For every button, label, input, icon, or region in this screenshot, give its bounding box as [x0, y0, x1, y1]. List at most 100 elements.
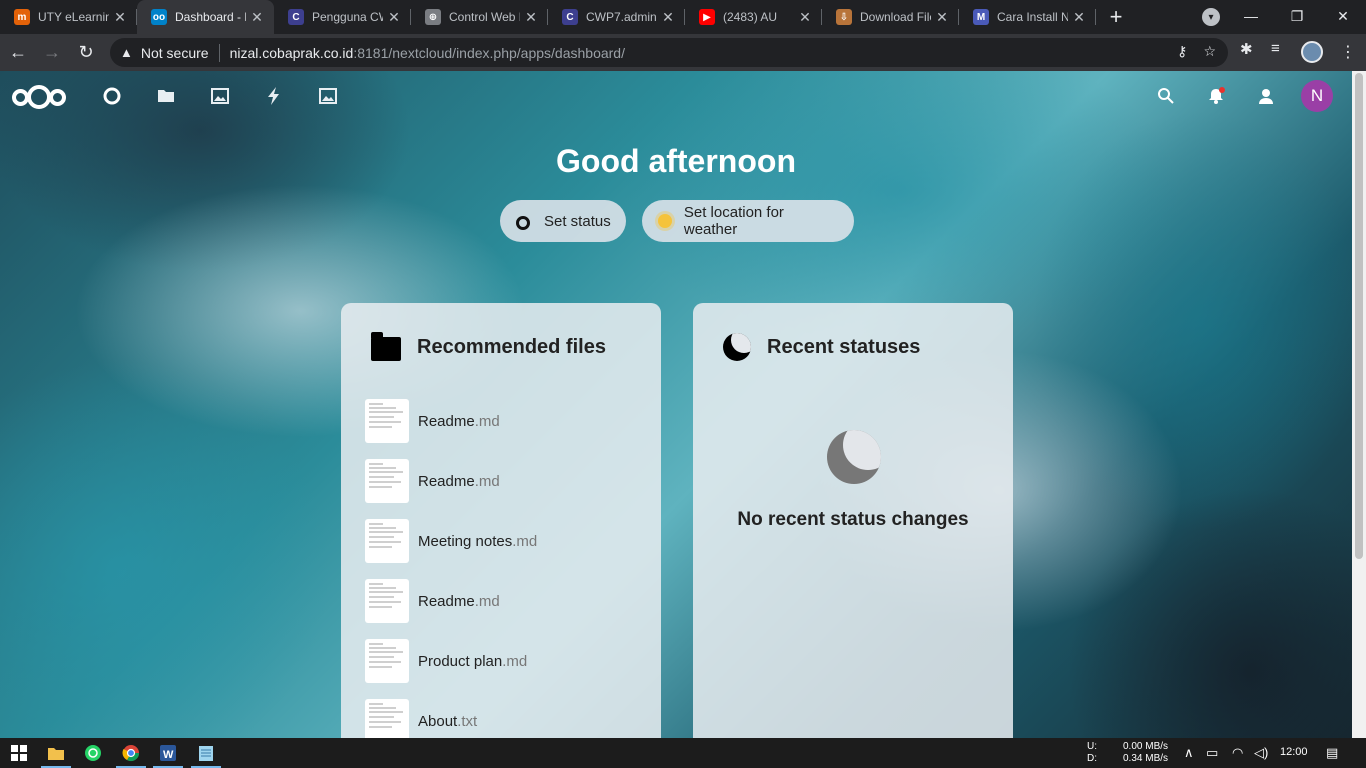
extensions-icon[interactable]: ✱	[1240, 40, 1253, 58]
tab-favicon-icon: M	[973, 9, 989, 25]
tab-favicon-icon: ▶	[699, 9, 715, 25]
tab-close-icon[interactable]: ✕	[661, 9, 675, 26]
file-thumbnail	[365, 699, 409, 738]
warning-icon[interactable]: ▲	[120, 45, 133, 60]
tab-close-icon[interactable]: ✕	[1072, 9, 1086, 26]
set-weather-location-button[interactable]: Set location for weather	[642, 200, 854, 242]
browser-menu-icon[interactable]: ⋮	[1340, 42, 1356, 62]
page-scrollbar[interactable]	[1352, 71, 1366, 738]
file-thumbnail	[365, 459, 409, 503]
nextcloud-logo-icon[interactable]	[12, 85, 66, 109]
minimize-icon[interactable]: —	[1228, 0, 1274, 32]
back-icon[interactable]: ←	[2, 37, 34, 69]
browser-tab[interactable]: C Pengguna CW ✕	[274, 0, 411, 34]
tab-close-icon[interactable]: ✕	[387, 9, 401, 26]
recommended-file-item[interactable]: Readme.md	[365, 459, 645, 503]
file-extension: .md	[502, 652, 528, 670]
show-hidden-icons-icon[interactable]: ∧	[1184, 745, 1194, 761]
bookmark-star-icon[interactable]: ☆	[1203, 43, 1216, 60]
user-avatar[interactable]: N	[1301, 80, 1333, 112]
recommended-file-item[interactable]: Product plan.md	[365, 639, 645, 683]
empty-moon-icon	[827, 430, 881, 484]
upload-label: U:	[1087, 741, 1097, 752]
browser-tab[interactable]: M Cara Install Ne ✕	[959, 0, 1096, 34]
browser-tab[interactable]: ⊕ Control Web P ✕	[411, 0, 548, 34]
chrome-icon[interactable]	[112, 738, 150, 768]
tab-title: CWP7.admin	[586, 10, 657, 24]
recommended-file-item[interactable]: Meeting notes.md	[365, 519, 645, 563]
address-bar[interactable]: ▲ Not secure nizal.cobaprak.co.id:8181/n…	[110, 38, 1228, 67]
notifications-bell-icon[interactable]	[1206, 86, 1226, 106]
browser-tab[interactable]: m UTY eLearning ✕	[0, 0, 137, 34]
tab-title: Cara Install Ne	[997, 10, 1068, 24]
browser-tab[interactable]: C CWP7.admin ✕	[548, 0, 685, 34]
close-window-icon[interactable]: ✕	[1320, 0, 1366, 32]
profile-avatar[interactable]	[1301, 41, 1323, 63]
wifi-icon[interactable]: ◠	[1232, 745, 1243, 761]
recommended-file-item[interactable]: About.txt	[365, 699, 645, 738]
gallery-app-icon[interactable]	[318, 86, 338, 106]
file-thumbnail	[365, 519, 409, 563]
file-basename: Readme	[418, 472, 475, 490]
scrollbar-thumb[interactable]	[1355, 73, 1363, 559]
notepad-icon[interactable]	[187, 738, 225, 768]
tab-separator	[1095, 9, 1096, 25]
search-icon[interactable]	[1156, 86, 1176, 106]
recommended-file-item[interactable]: Readme.md	[365, 579, 645, 623]
browser-tab[interactable]: ⇩ Download File ✕	[822, 0, 959, 34]
tab-search-icon[interactable]: ▾	[1202, 8, 1220, 26]
empty-status-message: No recent status changes	[737, 509, 969, 530]
tab-close-icon[interactable]: ✕	[524, 9, 538, 26]
browser-tab[interactable]: oo Dashboard - N ✕	[137, 0, 274, 34]
browser-tab[interactable]: ▶ (2483) AU ✕	[685, 0, 822, 34]
file-basename: Meeting notes	[418, 532, 513, 550]
battery-icon[interactable]: ▭	[1206, 745, 1218, 761]
reload-icon[interactable]: ↻	[70, 37, 102, 69]
tab-title: Dashboard - N	[175, 10, 246, 24]
media-control-icon[interactable]: ≡	[1271, 40, 1280, 57]
whatsapp-icon[interactable]	[74, 738, 112, 768]
url-host[interactable]: nizal.cobaprak.co.id	[230, 45, 354, 61]
contacts-menu-icon[interactable]	[1256, 86, 1276, 106]
start-icon[interactable]	[0, 738, 38, 768]
file-thumbnail	[365, 579, 409, 623]
download-label: D:	[1087, 753, 1097, 764]
tab-close-icon[interactable]: ✕	[798, 9, 812, 26]
word-icon[interactable]: W	[149, 738, 187, 768]
tab-title: Control Web P	[449, 10, 520, 24]
file-extension: .md	[474, 472, 500, 490]
address-divider	[218, 43, 220, 62]
file-name: Product plan.md	[418, 653, 527, 670]
tab-favicon-icon: ⇩	[836, 9, 852, 25]
browser-tab-strip: m UTY eLearning ✕ oo Dashboard - N ✕ C Pengguna…	[0, 0, 1366, 34]
tab-close-icon[interactable]: ✕	[250, 9, 264, 26]
forward-icon[interactable]: →	[36, 37, 68, 69]
set-status-label: Set status	[544, 212, 611, 230]
maximize-icon[interactable]: ❐	[1274, 0, 1320, 32]
file-name: Readme.md	[418, 413, 500, 430]
dashboard-app-icon[interactable]	[102, 86, 122, 106]
key-icon[interactable]: ⚷	[1177, 43, 1187, 60]
folder-icon	[371, 332, 401, 361]
url-path[interactable]: :8181/nextcloud/index.php/apps/dashboard…	[353, 45, 625, 61]
photos-app-icon[interactable]	[210, 86, 230, 106]
tab-close-icon[interactable]: ✕	[113, 9, 127, 26]
security-label[interactable]: Not secure	[141, 45, 209, 61]
files-app-icon[interactable]	[156, 86, 176, 106]
clock[interactable]: 12:00	[1280, 746, 1308, 758]
action-center-icon[interactable]: ▤	[1326, 745, 1338, 761]
svg-text:W: W	[163, 749, 174, 761]
volume-icon[interactable]: ◁)	[1254, 745, 1268, 761]
file-basename: About	[418, 712, 458, 730]
file-explorer-icon[interactable]	[37, 738, 75, 768]
tab-title: (2483) AU	[723, 10, 778, 24]
tab-close-icon[interactable]: ✕	[935, 9, 949, 26]
new-tab-icon[interactable]: +	[1096, 0, 1136, 34]
file-name: Meeting notes.md	[418, 533, 537, 550]
set-status-button[interactable]: Set status	[500, 200, 626, 242]
file-name: Readme.md	[418, 473, 500, 490]
activity-app-icon[interactable]	[264, 86, 284, 106]
tab-title: UTY eLearning	[38, 10, 109, 24]
recommended-file-item[interactable]: Readme.md	[365, 399, 645, 443]
file-extension: .txt	[457, 712, 478, 730]
